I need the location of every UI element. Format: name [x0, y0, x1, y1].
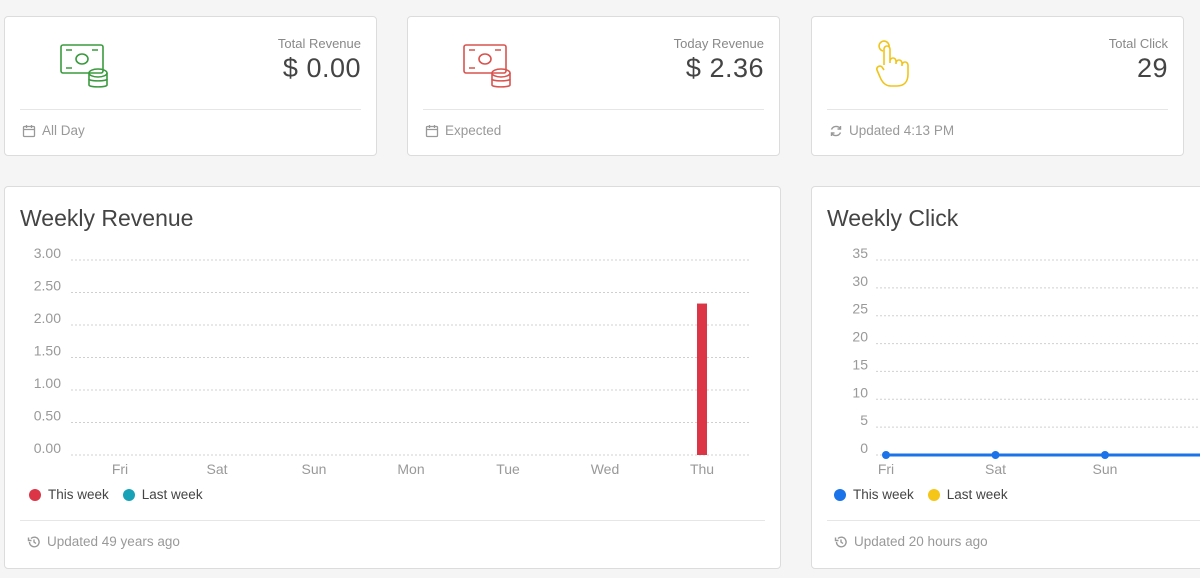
y-tick-label: 30	[852, 273, 868, 289]
x-tick-label: Mon	[397, 461, 424, 477]
stat-footer: Updated 4:13 PM	[829, 123, 954, 138]
legend-label: This week	[853, 487, 914, 502]
today-revenue-card: Today Revenue $ 2.36 Expected	[407, 16, 780, 156]
point-this-week[interactable]	[882, 451, 890, 459]
stat-footer-text: Expected	[445, 123, 502, 138]
stat-label: Total Revenue	[277, 36, 361, 51]
stat-value: 29	[1136, 53, 1168, 83]
stat-footer-text: Updated 4:13 PM	[849, 123, 955, 138]
stat-footer-text: All Day	[42, 123, 85, 138]
chart-title: Weekly Revenue	[20, 205, 194, 231]
legend-label: Last week	[141, 487, 203, 502]
calendar-icon	[425, 124, 439, 137]
y-tick-label: 15	[852, 356, 868, 372]
bar-this-week-thu[interactable]	[697, 303, 707, 455]
y-tick-label: 0.50	[34, 408, 61, 424]
x-tick-label: Sat	[206, 461, 227, 477]
chart-footer-text: Updated 49 years ago	[47, 534, 180, 549]
x-tick-label: Fri	[878, 461, 894, 477]
weekly-click-chart: 0 5 10 15 20 25 30 35 Fri Sat Sun	[852, 245, 1200, 477]
divider	[20, 520, 765, 521]
legend-dot	[29, 488, 41, 501]
chart-footer: Updated 20 hours ago	[834, 534, 988, 549]
y-tick-label: 3.00	[34, 245, 61, 261]
legend-item-this-week[interactable]: This week	[29, 487, 109, 502]
total-click-card: Total Click 29 Updated 4:13 PM	[811, 16, 1184, 156]
money-coins-icon	[463, 44, 511, 88]
divider	[20, 109, 361, 110]
x-tick-label: Sun	[302, 461, 327, 477]
y-tick-label: 25	[852, 301, 868, 317]
legend-dot	[834, 488, 846, 501]
weekly-revenue-card: 0.00 0.50 1.00 1.50 2.00 2.50 3.00 Fri Sat Sun Mon…	[4, 186, 781, 569]
divider	[423, 109, 764, 110]
y-tick-label: 2.50	[34, 278, 61, 294]
weekly-click-card: 0 5 10 15 20 25 30 35 Fri Sat Sun Weekly Click Thi…	[811, 186, 1200, 569]
divider	[827, 520, 1200, 521]
y-tick-label: 5	[860, 412, 868, 428]
x-tick-label: Wed	[591, 461, 620, 477]
stat-label: Today Revenue	[673, 36, 764, 51]
chart-legend: This week Last week	[29, 487, 217, 502]
history-icon	[27, 535, 40, 547]
divider	[827, 109, 1168, 110]
y-tick-label: 10	[852, 384, 868, 400]
x-tick-label: Thu	[690, 461, 714, 477]
money-coins-icon	[60, 44, 108, 88]
refresh-icon	[830, 125, 842, 136]
stat-value: $ 0.00	[282, 53, 361, 83]
y-tick-label: 0	[860, 440, 868, 456]
weekly-revenue-chart: 0.00 0.50 1.00 1.50 2.00 2.50 3.00 Fri Sat Sun Mon…	[34, 245, 750, 477]
y-tick-label: 2.00	[34, 310, 61, 326]
legend-label: This week	[48, 487, 109, 502]
legend-item-this-week[interactable]: This week	[834, 487, 914, 502]
point-this-week[interactable]	[991, 451, 1000, 459]
pointer-hand-icon	[876, 40, 909, 87]
x-tick-label: Tue	[496, 461, 520, 477]
chart-title: Weekly Click	[827, 205, 959, 231]
x-tick-label: Fri	[112, 461, 128, 477]
legend-label: Last week	[946, 487, 1008, 502]
y-tick-label: 1.00	[34, 375, 61, 391]
legend-dot	[122, 488, 135, 501]
y-tick-label: 35	[852, 245, 868, 261]
total-revenue-card: Total Revenue $ 0.00 All Day	[4, 16, 377, 156]
legend-item-last-week[interactable]: Last week	[927, 487, 1008, 502]
y-tick-label: 20	[852, 329, 868, 345]
stat-value: $ 2.36	[685, 53, 764, 83]
history-icon	[834, 535, 847, 547]
legend-item-last-week[interactable]: Last week	[122, 487, 203, 502]
stat-label: Total Click	[1108, 36, 1168, 51]
legend-dot	[927, 488, 940, 501]
x-tick-label: Sat	[985, 461, 1006, 477]
calendar-icon	[22, 124, 36, 137]
chart-footer: Updated 49 years ago	[27, 534, 180, 549]
stat-footer: Expected	[425, 123, 501, 138]
chart-footer-text: Updated 20 hours ago	[854, 534, 988, 549]
point-this-week[interactable]	[1101, 451, 1109, 459]
stat-footer: All Day	[22, 123, 85, 138]
chart-legend: This week Last week	[834, 487, 1022, 502]
y-tick-label: 0.00	[34, 440, 61, 456]
y-tick-label: 1.50	[34, 343, 61, 359]
x-tick-label: Sun	[1093, 461, 1118, 477]
